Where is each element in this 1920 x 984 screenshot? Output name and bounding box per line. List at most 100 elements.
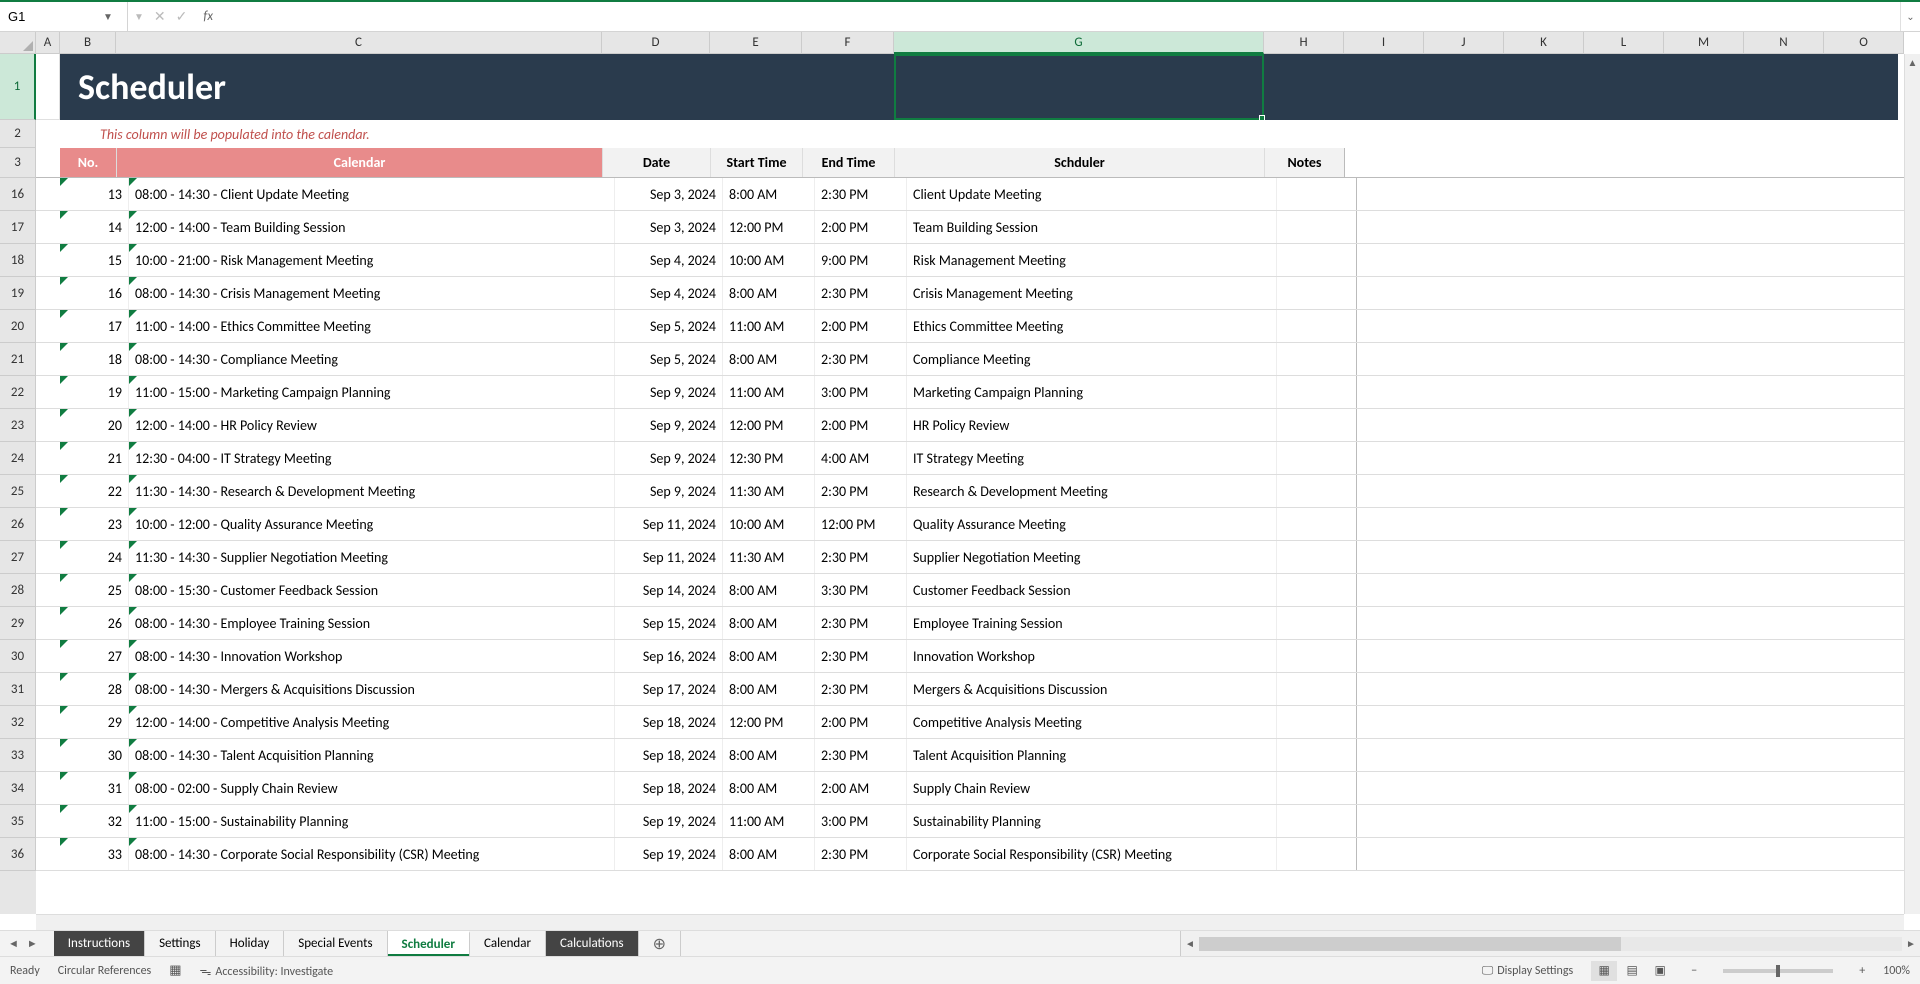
row-header-32[interactable]: 32	[0, 706, 36, 739]
column-header-c[interactable]: C	[116, 32, 602, 54]
cell-date[interactable]: Sep 5, 2024	[615, 310, 723, 342]
hscroll-left-icon[interactable]: ◄	[1181, 937, 1199, 950]
add-sheet-button[interactable]: ⊕	[639, 931, 681, 956]
macro-record-icon[interactable]: ▦	[169, 963, 181, 978]
cell-sch[interactable]: Sustainability Planning	[907, 805, 1277, 837]
column-header-e[interactable]: E	[710, 32, 802, 54]
cell-notes[interactable]	[1277, 310, 1357, 342]
tab-nav-prev-icon[interactable]: ◄	[8, 937, 19, 950]
cell-st[interactable]: 11:00 AM	[723, 310, 815, 342]
cell-no[interactable]: 18	[36, 343, 129, 375]
view-page-layout-icon[interactable]: ▤	[1619, 961, 1645, 981]
tab-nav-next-icon[interactable]: ►	[27, 937, 38, 950]
scheduler-title[interactable]: Scheduler	[60, 54, 1898, 120]
row-header-23[interactable]: 23	[0, 409, 36, 442]
cell-no[interactable]: 29	[36, 706, 129, 738]
cell-date[interactable]: Sep 11, 2024	[615, 508, 723, 540]
cell-et[interactable]: 2:30 PM	[815, 673, 907, 705]
cell-et[interactable]: 2:30 PM	[815, 343, 907, 375]
status-accessibility[interactable]: ᯓAccessibility: Investigate	[200, 962, 334, 979]
column-header-a[interactable]: A	[36, 32, 60, 54]
cell-sch[interactable]: IT Strategy Meeting	[907, 442, 1277, 474]
cell-no[interactable]: 24	[36, 541, 129, 573]
row-header-1[interactable]: 1	[0, 54, 36, 120]
row-header-18[interactable]: 18	[0, 244, 36, 277]
formula-bar-expand-icon[interactable]: ⌄	[1900, 2, 1920, 31]
row-header-2[interactable]: 2	[0, 120, 36, 148]
cell-notes[interactable]	[1277, 772, 1357, 804]
cell-date[interactable]: Sep 15, 2024	[615, 607, 723, 639]
cell-cal[interactable]: 08:00 - 15:30 - Customer Feedback Sessio…	[129, 574, 615, 606]
fx-icon[interactable]: fx	[203, 9, 213, 24]
cell-et[interactable]: 2:30 PM	[815, 541, 907, 573]
hscroll-thumb[interactable]	[1199, 937, 1621, 951]
cell-notes[interactable]	[1277, 574, 1357, 606]
grid-viewport[interactable]: Scheduler This column will be populated …	[36, 54, 1904, 914]
cell-no[interactable]: 14	[36, 211, 129, 243]
cell-et[interactable]: 12:00 PM	[815, 508, 907, 540]
cell-notes[interactable]	[1277, 475, 1357, 507]
hscroll-track[interactable]	[1199, 937, 1902, 951]
accept-formula-icon[interactable]: ✓	[176, 8, 188, 25]
cell-sch[interactable]: Mergers & Acquisitions Discussion	[907, 673, 1277, 705]
cell-no[interactable]: 26	[36, 607, 129, 639]
scroll-up-icon[interactable]: ▲	[1905, 54, 1920, 72]
column-header-f[interactable]: F	[802, 32, 894, 54]
cell-no[interactable]: 27	[36, 640, 129, 672]
cell-notes[interactable]	[1277, 508, 1357, 540]
hscroll-right-icon[interactable]: ►	[1902, 937, 1920, 950]
cell-notes[interactable]	[1277, 277, 1357, 309]
cell-notes[interactable]	[1277, 343, 1357, 375]
cell-no[interactable]: 20	[36, 409, 129, 441]
cell-notes[interactable]	[1277, 607, 1357, 639]
cell-et[interactable]: 2:30 PM	[815, 739, 907, 771]
cell-et[interactable]: 3:00 PM	[815, 376, 907, 408]
cell-st[interactable]: 10:00 AM	[723, 508, 815, 540]
view-normal-icon[interactable]: ▦	[1591, 961, 1617, 981]
cell-cal[interactable]: 11:00 - 15:00 - Sustainability Planning	[129, 805, 615, 837]
th-end-time[interactable]: End Time	[803, 148, 895, 177]
cell-sch[interactable]: Quality Assurance Meeting	[907, 508, 1277, 540]
cell-notes[interactable]	[1277, 805, 1357, 837]
cancel-formula-icon[interactable]: ✕	[154, 8, 166, 25]
cell-date[interactable]: Sep 9, 2024	[615, 409, 723, 441]
sheet-tab-holiday[interactable]: Holiday	[216, 931, 285, 956]
cell-sch[interactable]: Compliance Meeting	[907, 343, 1277, 375]
sheet-tab-calendar[interactable]: Calendar	[470, 931, 546, 956]
th-start-time[interactable]: Start Time	[711, 148, 803, 177]
row-header-26[interactable]: 26	[0, 508, 36, 541]
cell-cal[interactable]: 08:00 - 14:30 - Compliance Meeting	[129, 343, 615, 375]
cell-st[interactable]: 8:00 AM	[723, 607, 815, 639]
cell-cal[interactable]: 08:00 - 14:30 - Mergers & Acquisitions D…	[129, 673, 615, 705]
cell-no[interactable]: 23	[36, 508, 129, 540]
cell-no[interactable]: 31	[36, 772, 129, 804]
cell-sch[interactable]: Risk Management Meeting	[907, 244, 1277, 276]
column-header-n[interactable]: N	[1744, 32, 1824, 54]
column-header-o[interactable]: O	[1824, 32, 1904, 54]
row-header-28[interactable]: 28	[0, 574, 36, 607]
cell-et[interactable]: 2:30 PM	[815, 178, 907, 210]
cell-notes[interactable]	[1277, 409, 1357, 441]
cell-st[interactable]: 11:00 AM	[723, 805, 815, 837]
cell-date[interactable]: Sep 4, 2024	[615, 277, 723, 309]
th-notes[interactable]: Notes	[1265, 148, 1345, 177]
cell-date[interactable]: Sep 3, 2024	[615, 178, 723, 210]
sheet-tab-settings[interactable]: Settings	[145, 931, 216, 956]
sheet-tab-special-events[interactable]: Special Events	[284, 931, 387, 956]
cell-date[interactable]: Sep 18, 2024	[615, 739, 723, 771]
cell-no[interactable]: 17	[36, 310, 129, 342]
cell-st[interactable]: 12:00 PM	[723, 706, 815, 738]
row-header-36[interactable]: 36	[0, 838, 36, 871]
cell-sch[interactable]: Ethics Committee Meeting	[907, 310, 1277, 342]
cell-notes[interactable]	[1277, 376, 1357, 408]
cell-st[interactable]: 8:00 AM	[723, 640, 815, 672]
cell-et[interactable]: 4:00 AM	[815, 442, 907, 474]
cell-et[interactable]: 2:00 PM	[815, 706, 907, 738]
cell-st[interactable]: 8:00 AM	[723, 739, 815, 771]
cell-st[interactable]: 8:00 AM	[723, 343, 815, 375]
cell-st[interactable]: 11:30 AM	[723, 475, 815, 507]
cell-cal[interactable]: 10:00 - 21:00 - Risk Management Meeting	[129, 244, 615, 276]
cell-st[interactable]: 8:00 AM	[723, 178, 815, 210]
column-header-b[interactable]: B	[60, 32, 116, 54]
th-calendar[interactable]: Calendar	[117, 148, 603, 177]
